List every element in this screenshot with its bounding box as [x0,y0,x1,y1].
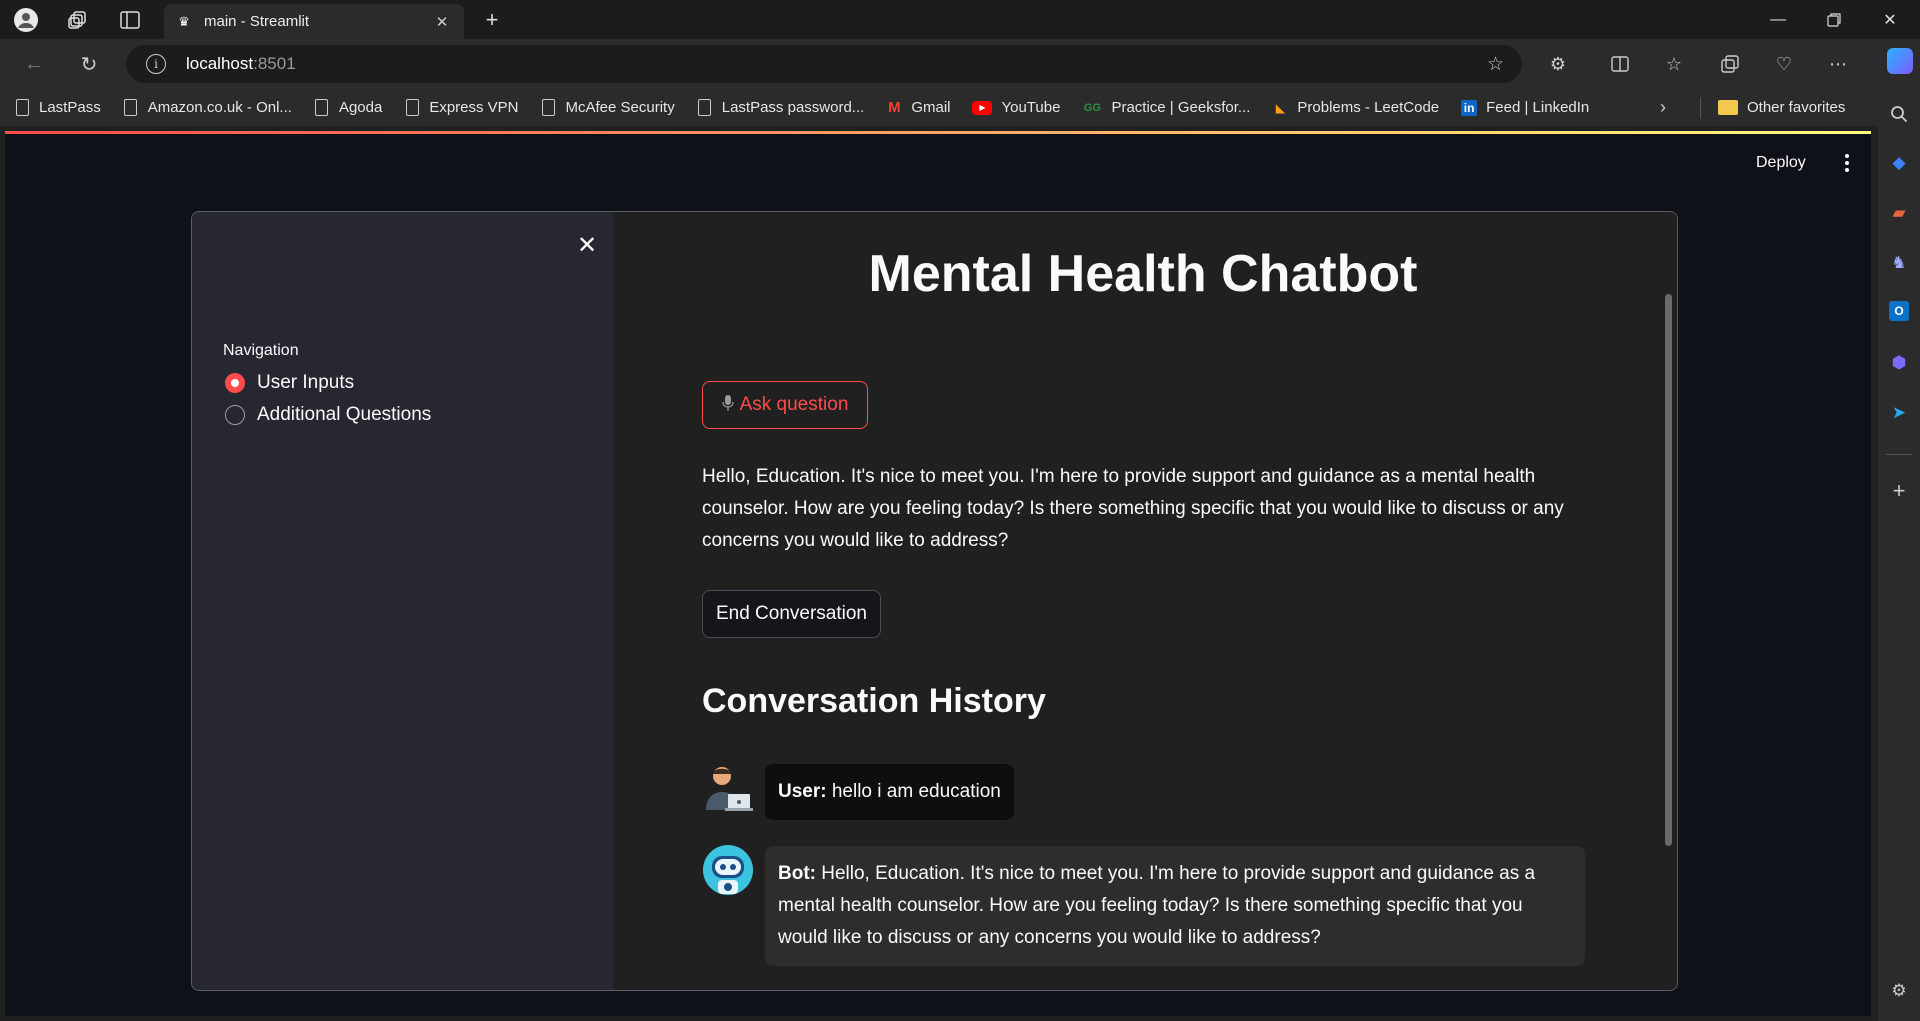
back-icon[interactable]: ← [20,50,48,78]
radio-additional-questions[interactable]: Additional Questions [225,404,431,426]
deploy-button[interactable]: Deploy [1756,154,1806,172]
main-content: Mental Health Chatbot Ask question Hello… [613,212,1677,990]
geeksforgeeks-icon: GG [1083,101,1101,114]
favorite-star-icon[interactable]: ☆ [1487,53,1504,76]
other-favorites[interactable]: Other favorites [1718,89,1845,126]
user-avatar-icon [702,762,754,814]
page-title: Mental Health Chatbot [868,245,1418,303]
gear-icon[interactable]: ⚙ [1887,979,1911,1003]
microphone-icon [721,394,734,416]
user-message-text: hello i am education [826,781,1001,802]
radio-label: User Inputs [257,372,355,393]
page-icon [14,99,30,117]
vertical-tabs-icon[interactable] [116,6,144,34]
bot-speaker-label: Bot: [778,863,816,884]
bookmark-item[interactable]: M Gmail [886,99,950,117]
bot-message-text: Hello, Education. It's nice to meet you.… [778,863,1536,948]
refresh-icon[interactable]: ↻ [75,50,103,78]
profile-icon[interactable] [12,6,40,34]
games-icon[interactable]: ♞ [1887,251,1911,275]
page-icon [697,99,713,117]
drop-icon[interactable]: ⬢ [1887,351,1911,375]
main-menu-icon[interactable] [1837,152,1857,174]
url-port: :8501 [253,54,296,73]
conversation-history-heading: Conversation History [702,682,1046,720]
tools-icon[interactable]: ▰ [1887,201,1911,225]
bookmarks-bar: LastPass Amazon.co.uk - Onl... Agoda Exp… [0,89,1878,126]
bookmark-item[interactable]: in Feed | LinkedIn [1461,99,1589,116]
restore-icon[interactable] [1806,0,1862,39]
bookmark-item[interactable]: GG Practice | Geeksfor... [1082,99,1251,117]
minimize-icon[interactable]: — [1750,0,1806,39]
tab-close-icon[interactable]: ✕ [432,13,452,31]
bot-message: Bot: Hello, Education. It's nice to meet… [765,846,1585,966]
folder-icon [1718,100,1738,115]
chevron-right-icon[interactable]: › [1660,97,1666,118]
address-toolbar: ← ↻ i localhost:8501 ☆ ⚙ ☆ ♡ ⋯ [0,39,1878,89]
radio-user-inputs[interactable]: User Inputs [225,372,354,394]
sidebar-close-icon[interactable]: ✕ [576,232,598,259]
ask-question-button[interactable]: Ask question [702,381,868,429]
url-bar[interactable]: i localhost:8501 ☆ [126,45,1522,83]
browser-essentials-icon[interactable]: ♡ [1770,50,1798,78]
page-icon [123,99,139,117]
radio-selected-icon [225,373,245,393]
page-icon [541,99,557,117]
divider [1700,97,1701,119]
browser-tab-active[interactable]: ♛ main - Streamlit ✕ [164,4,464,39]
user-speaker-label: User: [778,781,827,802]
site-info-icon[interactable]: i [146,54,166,74]
radio-label: Additional Questions [257,404,432,425]
gmail-icon: M [888,99,901,116]
workspaces-icon[interactable] [64,6,92,34]
sidebar: ✕ Navigation User Inputs Additional Ques… [192,212,613,990]
bot-avatar-icon [702,844,754,896]
user-message: User: hello i am education [765,764,1014,820]
linkedin-icon: in [1461,99,1478,116]
bookmark-item[interactable]: Amazon.co.uk - Onl... [123,99,292,117]
extensions-icon[interactable]: ⚙ [1544,50,1572,78]
browser-titlebar: ♛ main - Streamlit ✕ + — ✕ [0,0,1920,39]
bookmark-item[interactable]: Express VPN [404,99,519,117]
end-conversation-button[interactable]: End Conversation [702,590,881,638]
page-icon [404,99,420,117]
app-frame: ✕ Navigation User Inputs Additional Ques… [191,211,1678,991]
radio-unselected-icon [225,405,245,425]
main-scrollbar[interactable] [1665,294,1672,846]
bookmark-item[interactable]: ▶ YouTube [972,99,1060,116]
bookmark-item[interactable]: McAfee Security [541,99,675,117]
close-window-icon[interactable]: ✕ [1862,0,1918,39]
ask-question-label: Ask question [739,394,849,415]
copilot-icon[interactable] [1887,48,1913,74]
add-icon[interactable]: + [1887,478,1911,503]
split-screen-icon[interactable] [1606,50,1634,78]
tab-title: main - Streamlit [204,13,310,30]
outlook-icon[interactable]: O [1889,301,1909,321]
shopping-tag-icon[interactable]: ◆ [1887,151,1911,175]
bookmark-item[interactable]: LastPass password... [697,99,864,117]
divider [1886,454,1912,455]
streamlit-app: Deploy ✕ Navigation User Inputs Addition… [5,131,1871,1016]
settings-more-icon[interactable]: ⋯ [1824,50,1852,78]
page-icon [314,99,330,117]
send-icon[interactable]: ➤ [1887,401,1911,425]
url-host: localhost [186,54,254,73]
bot-reply-text: Hello, Education. It's nice to meet you.… [702,466,1564,551]
new-tab-icon[interactable]: + [478,6,506,34]
youtube-icon: ▶ [972,100,993,115]
collections-icon[interactable] [1716,50,1744,78]
bookmark-item[interactable]: ◣ Problems - LeetCode [1272,99,1439,117]
bookmark-item[interactable]: Agoda [314,99,382,117]
bookmark-item[interactable]: LastPass [14,99,101,117]
leetcode-icon: ◣ [1275,100,1285,115]
streamlit-crown-icon: ♛ [178,13,190,29]
navigation-label: Navigation [223,342,299,359]
favorites-icon[interactable]: ☆ [1660,50,1688,78]
search-icon[interactable] [1887,102,1911,126]
edge-sidebar: ◆ ▰ ♞ O ⬢ ➤ + ⚙ [1878,39,1920,1021]
